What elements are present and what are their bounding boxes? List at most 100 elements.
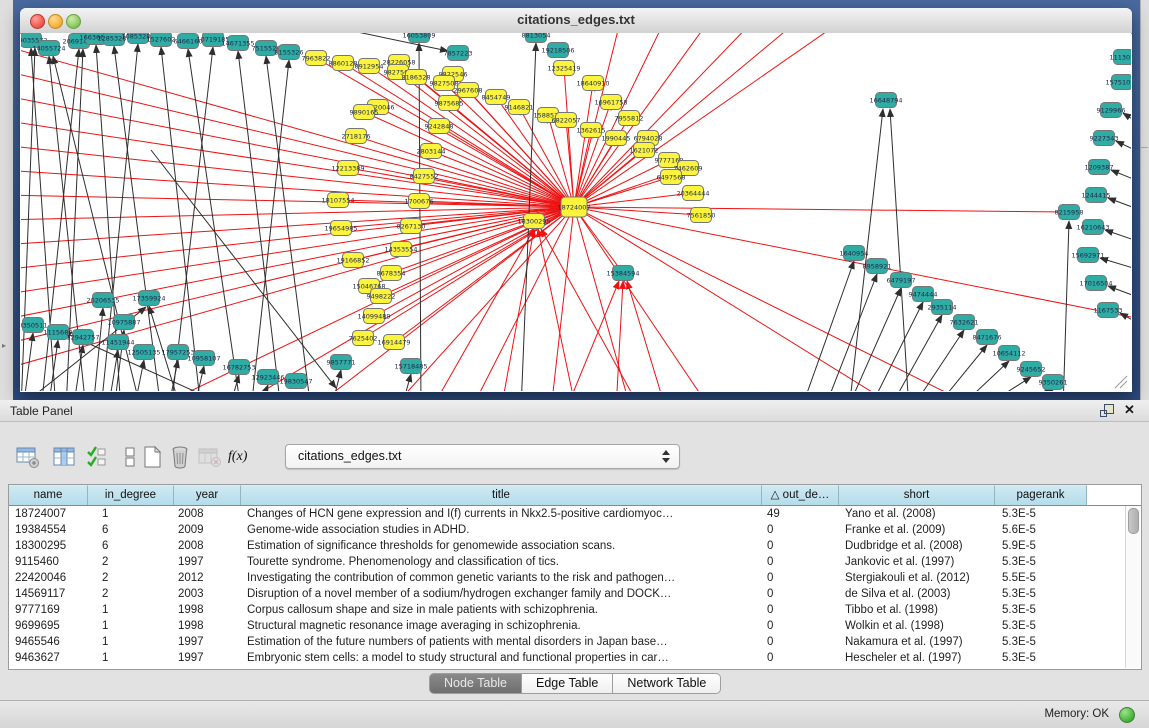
network-node[interactable]: 12325419	[547, 61, 580, 76]
network-node[interactable]: 1640954	[840, 246, 869, 261]
table-cell[interactable]: 0	[767, 554, 837, 570]
table-cell[interactable]: 1997	[178, 634, 239, 650]
table-row[interactable]: 1938455462009Genome-wide association stu…	[9, 522, 1113, 538]
network-edge[interactable]	[21, 45, 574, 207]
network-node[interactable]: 8813054	[522, 33, 551, 43]
table-cell[interactable]: 0	[767, 618, 837, 634]
panel-collapse-arrow-icon[interactable]: ▸	[2, 341, 6, 350]
network-edge[interactable]	[251, 60, 289, 391]
network-node[interactable]: 10654112	[992, 346, 1025, 361]
network-edge[interactable]	[21, 195, 574, 207]
table-cell[interactable]: 9777169	[15, 602, 86, 618]
network-edge[interactable]	[1123, 113, 1131, 126]
table-row[interactable]: 969969511998Structural magnetic resonanc…	[9, 618, 1113, 634]
table-cell[interactable]: Stergiakouli et al. (2012)	[845, 570, 993, 586]
network-edge[interactable]	[824, 274, 877, 391]
table-cell[interactable]: Estimation of significance thresholds fo…	[247, 538, 760, 554]
network-node[interactable]: 16053809	[402, 33, 435, 43]
network-node[interactable]: 8155326	[275, 45, 304, 60]
table-selector-dropdown[interactable]: citations_edges.txt	[285, 444, 680, 469]
network-node[interactable]: 6479197	[887, 273, 916, 288]
table-cell[interactable]: 2008	[178, 506, 239, 522]
table-cell[interactable]: Franke et al. (2009)	[845, 522, 993, 538]
network-node[interactable]: 9129966	[1097, 103, 1126, 118]
table-cell[interactable]: Embryonic stem cells: a model to study s…	[247, 650, 760, 666]
table-cell[interactable]: Structural magnetic resonance image aver…	[247, 618, 760, 634]
network-edge[interactable]	[801, 261, 854, 391]
network-node[interactable]: 15692971	[1071, 248, 1104, 263]
network-node[interactable]: 9242848	[425, 119, 454, 134]
network-node[interactable]: 14099489	[357, 309, 390, 324]
table-cell[interactable]: 5.6E-5	[1002, 522, 1085, 538]
network-edge[interactable]	[574, 207, 901, 391]
table-cell[interactable]: Yano et al. (2008)	[845, 506, 993, 522]
row-height-icon[interactable]	[118, 445, 142, 469]
table-cell[interactable]: 2012	[178, 570, 239, 586]
network-edge[interactable]	[21, 207, 574, 220]
resize-grip-icon[interactable]	[1115, 376, 1127, 388]
table-cell[interactable]: 0	[767, 570, 837, 586]
table-cell[interactable]: 0	[767, 538, 837, 554]
network-edge[interactable]	[1108, 286, 1131, 299]
table-cell[interactable]: 5.3E-5	[1002, 634, 1085, 650]
table-settings-icon[interactable]	[16, 445, 40, 469]
network-node[interactable]: 9875685	[435, 96, 464, 111]
column-header-short[interactable]: short	[839, 485, 995, 505]
scrollbar-thumb[interactable]	[1128, 508, 1139, 534]
network-node[interactable]: 15384594	[606, 266, 639, 281]
network-node[interactable]: 9146821	[505, 100, 534, 115]
table-cell[interactable]: 1	[102, 650, 172, 666]
left-collapsed-panel-strip[interactable]: ▸	[0, 0, 14, 400]
network-node[interactable]: 1700676	[405, 194, 434, 209]
select-columns-icon[interactable]	[52, 445, 76, 469]
network-node[interactable]: 18640910	[576, 76, 609, 91]
network-node[interactable]: 7625402	[349, 331, 378, 346]
network-node[interactable]: 15718485	[394, 359, 427, 374]
table-cell[interactable]: 18300295	[15, 538, 86, 554]
table-cell[interactable]: 1	[102, 602, 172, 618]
table-cell[interactable]: 1	[102, 618, 172, 634]
right-collapsed-panel-strip[interactable]	[1140, 0, 1149, 400]
network-node[interactable]: 8912954	[355, 59, 384, 74]
network-node[interactable]: 11451944	[101, 335, 134, 350]
network-edge[interactable]	[21, 207, 574, 295]
network-node[interactable]: 15751074	[1105, 75, 1131, 90]
network-edge[interactable]	[188, 49, 241, 391]
network-edge[interactable]	[238, 51, 281, 391]
network-edge[interactable]	[1100, 258, 1131, 271]
table-cell[interactable]: 49	[767, 506, 837, 522]
network-node[interactable]: 18724007	[557, 197, 590, 217]
column-header-pagerank[interactable]: pagerank	[995, 485, 1087, 505]
table-cell[interactable]: 0	[767, 522, 837, 538]
table-cell[interactable]: Jankovic et al. (1997)	[845, 554, 993, 570]
function-builder-icon[interactable]: f(x)	[228, 449, 247, 465]
network-edge[interactable]	[566, 281, 619, 391]
memory-ok-indicator[interactable]	[1119, 707, 1135, 723]
network-node[interactable]: 7955812	[615, 111, 644, 126]
table-cell[interactable]: 1998	[178, 602, 239, 618]
table-cell[interactable]: 9465546	[15, 634, 86, 650]
network-edge[interactable]	[1116, 141, 1131, 154]
table-cell[interactable]: 9463627	[15, 650, 86, 666]
table-cell[interactable]: 2008	[178, 538, 239, 554]
table-cell[interactable]: 6	[102, 522, 172, 538]
column-header-title[interactable]: title	[241, 485, 762, 505]
table-row[interactable]: 911546021997Tourette syndrome. Phenomeno…	[9, 554, 1113, 570]
network-node[interactable]: 2803144	[417, 144, 446, 159]
network-node[interactable]: 8215958	[1055, 205, 1084, 220]
network-edge[interactable]	[847, 288, 901, 391]
network-edge[interactable]	[401, 374, 411, 391]
table-cell[interactable]: Corpus callosum shape and size in male p…	[247, 602, 760, 618]
tab-node-table[interactable]: Node Table	[429, 673, 522, 694]
network-edge[interactable]	[501, 229, 534, 391]
table-cell[interactable]: Dudbridge et al. (2008)	[845, 538, 993, 554]
table-cell[interactable]: Disruption of a novel member of a sodium…	[247, 586, 760, 602]
network-node[interactable]: 16210643	[1076, 220, 1109, 235]
network-node[interactable]: 7561850	[687, 208, 716, 223]
table-cell[interactable]: 0	[767, 650, 837, 666]
network-node[interactable]: 7963822	[302, 51, 331, 66]
network-node[interactable]: 16648794	[869, 93, 902, 108]
network-node[interactable]: 18300295	[517, 214, 550, 229]
window-titlebar[interactable]: citations_edges.txt	[20, 8, 1132, 34]
table-cell[interactable]: 5.3E-5	[1002, 586, 1085, 602]
